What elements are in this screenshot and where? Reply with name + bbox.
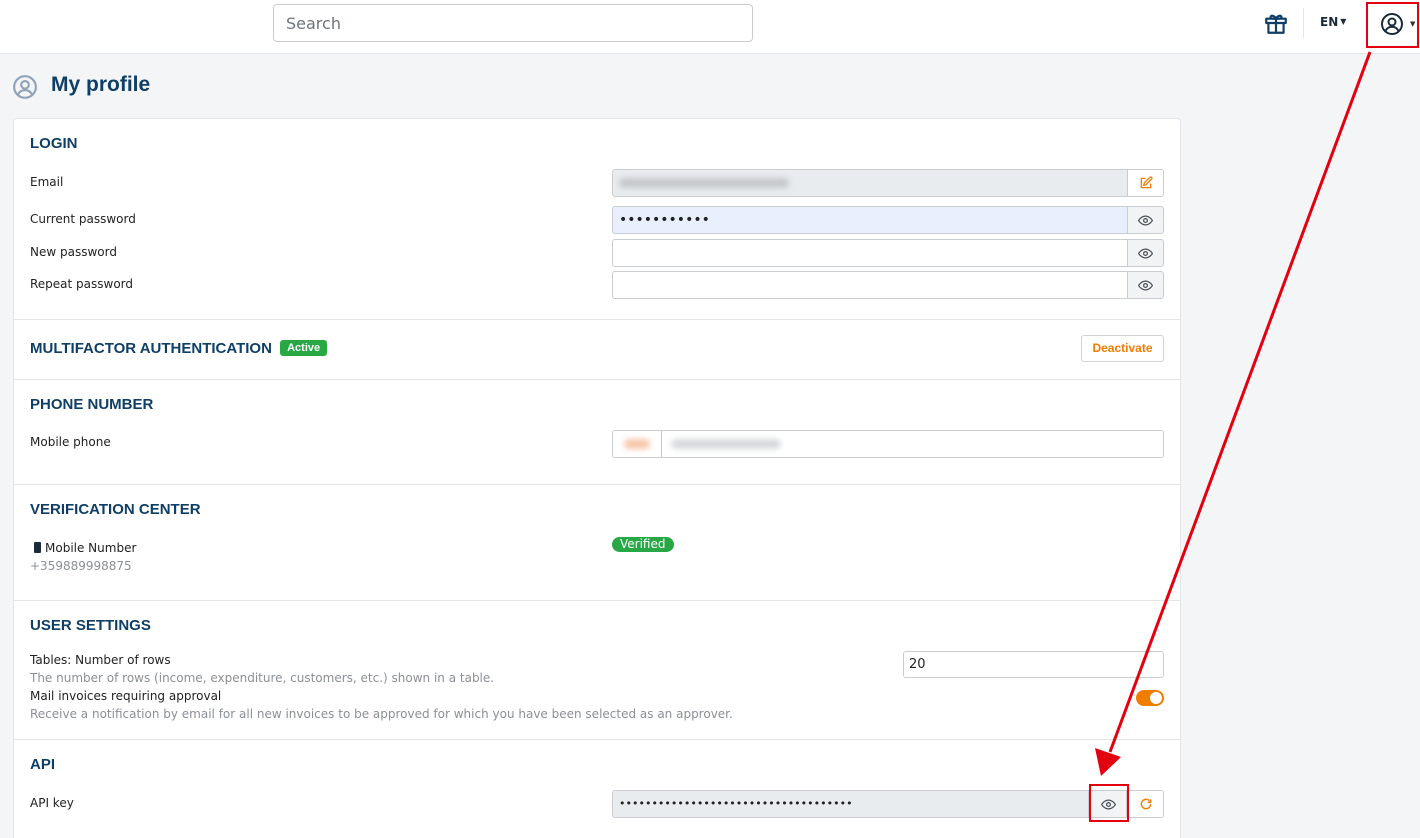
chevron-down-icon: ▼ [1410,20,1416,28]
eye-icon [1138,214,1153,226]
verification-item-label: Mobile Number [45,541,137,555]
gift-icon[interactable] [1263,10,1289,36]
mail-invoices-toggle[interactable] [1136,690,1164,706]
phone-redacted [671,439,781,449]
show-password-button[interactable] [1127,206,1164,234]
eye-icon [1138,247,1153,259]
divider [1303,8,1304,38]
section-title: USER SETTINGS [30,617,151,634]
login-section: LOGIN Email Current password •••••••••••… [14,119,1180,320]
email-label: Email [30,175,64,189]
highlight-box [1089,784,1129,822]
mobile-phone-icon [34,542,41,553]
rows-setting-help: The number of rows (income, expenditure,… [30,671,495,685]
repeat-password-field[interactable] [612,271,1128,299]
verification-section: VERIFICATION CENTER Mobile Number +35988… [14,485,1180,601]
chevron-down-icon: ▼ [1340,17,1347,26]
rows-setting-label: Tables: Number of rows [30,653,171,667]
verification-item: Mobile Number [34,541,136,555]
api-section: API API key ••••••••••••••••••••••••••••… [14,740,1180,838]
mfa-title: MULTIFACTOR AUTHENTICATION [30,340,272,357]
mail-setting-label: Mail invoices requiring approval [30,689,222,703]
regenerate-api-key-button[interactable] [1127,790,1164,818]
email-redacted [619,177,789,188]
mail-setting-help: Receive a notification by email for all … [30,707,733,721]
top-bar: EN▼ ▼ [0,0,1420,54]
show-password-button[interactable] [1127,271,1164,299]
edit-email-button[interactable] [1127,169,1164,197]
section-title: API [30,756,56,773]
section-title: MULTIFACTOR AUTHENTICATION Active [30,340,328,357]
current-password-field[interactable]: ••••••••••• [612,206,1128,234]
api-key-field[interactable]: •••••••••••••••••••••••••••••••••••• [612,790,1089,818]
mobile-phone-label: Mobile phone [30,435,111,449]
profile-card: LOGIN Email Current password •••••••••••… [13,118,1181,838]
edit-icon [1140,176,1153,189]
eye-icon [1138,279,1153,291]
refresh-icon [1140,798,1151,810]
deactivate-button[interactable]: Deactivate [1081,335,1164,362]
section-title: VERIFICATION CENTER [30,501,201,518]
new-password-field[interactable] [612,239,1128,267]
flag-icon [624,439,650,449]
search-input[interactable] [273,4,753,42]
language-label: EN [1320,15,1339,29]
email-field[interactable] [612,169,1128,197]
mfa-section: MULTIFACTOR AUTHENTICATION Active [14,320,1180,380]
user-circle-icon [1381,13,1403,35]
verified-badge: Verified [612,537,674,552]
page-title: My profile [51,73,151,96]
show-password-button[interactable] [1127,239,1164,267]
phone-section: PHONE NUMBER Mobile phone [14,380,1180,485]
language-selector[interactable]: EN ▼ [1320,15,1346,29]
section-title: PHONE NUMBER [30,396,154,413]
section-title: LOGIN [30,135,78,152]
repeat-password-label: Repeat password [30,277,134,291]
new-password-label: New password [30,245,117,259]
mobile-phone-field[interactable] [612,430,1164,458]
country-code-selector[interactable] [613,431,662,457]
user-circle-icon [13,75,37,99]
user-menu-button[interactable]: ▼ [1366,2,1419,48]
verification-phone-value: +359889998875 [30,559,132,573]
current-password-label: Current password [30,212,136,226]
api-key-label: API key [30,796,74,810]
status-badge: Active [280,340,328,356]
rows-per-table-input[interactable]: 20 [903,651,1164,678]
